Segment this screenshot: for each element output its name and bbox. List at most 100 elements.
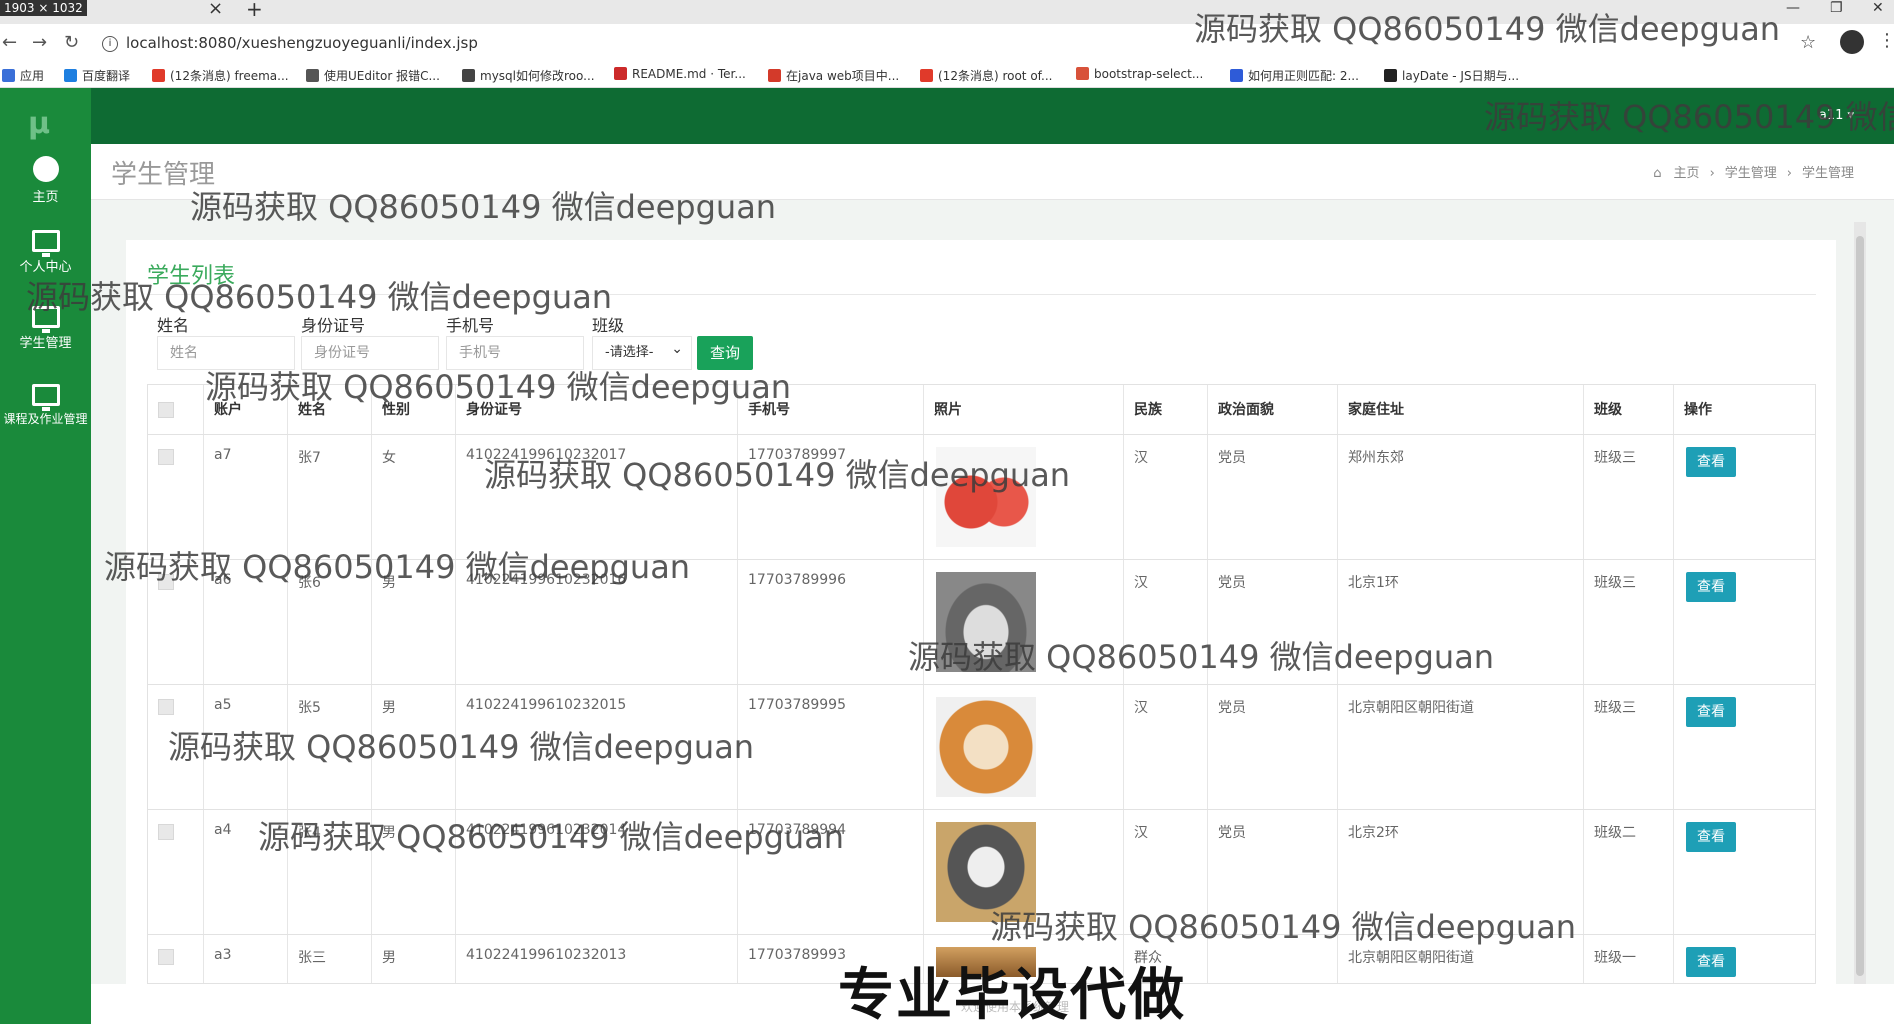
bookmark-item[interactable]: (12条消息) freema... <box>152 67 289 84</box>
bookmark-item[interactable]: mysql如何修改roo... <box>462 67 595 84</box>
cell-name: 张7 <box>298 450 321 466</box>
page-title: 学生管理 <box>111 160 216 190</box>
table-cell: a7 <box>204 435 288 559</box>
info-icon[interactable]: i <box>102 35 118 52</box>
table-cell: 北京朝阳区朝阳街道 <box>1338 935 1584 983</box>
table-cell: a5 <box>204 685 288 809</box>
bookmark-item[interactable]: 在java web项目中... <box>768 67 899 84</box>
table-cell: 党员 <box>1208 435 1338 559</box>
back-icon[interactable]: ← <box>2 32 17 53</box>
table-cell: 郑州东郊 <box>1338 435 1584 559</box>
photo-cell <box>924 810 1124 934</box>
cell-id: 410224199610232013 <box>466 947 627 963</box>
scrollbar-thumb[interactable] <box>1856 236 1864 976</box>
row-checkbox[interactable] <box>158 824 174 840</box>
breadcrumb-students[interactable]: 学生管理 <box>1725 166 1777 181</box>
table-row: a6 张6 男 410224199610232016 17703789996 汉 党员 北京1… <box>148 560 1815 685</box>
sidebar-item-label: 课程及作业管理 <box>3 412 88 426</box>
promo-banner: 专业毕设代做 <box>838 963 1186 1028</box>
phone-filter-input[interactable]: 手机号 <box>446 336 584 370</box>
bookmark-favicon-icon <box>64 69 77 82</box>
cell-gender: 男 <box>382 825 396 841</box>
cell-gender: 男 <box>382 950 396 966</box>
view-button[interactable]: 查看 <box>1686 947 1736 977</box>
table-header: 账户 姓名 性别 身份证号 手机号 照片 民族 政治面貌 家庭住址 班级 操作 <box>148 385 1815 435</box>
cell-politics: 党员 <box>1218 575 1246 591</box>
tab-close-icon[interactable]: × <box>208 0 223 18</box>
select-all-checkbox[interactable] <box>158 402 174 418</box>
sidebar-item-profile[interactable]: 个人中心 <box>0 230 91 275</box>
query-button[interactable]: 查询 <box>697 336 753 370</box>
view-button[interactable]: 查看 <box>1686 697 1736 727</box>
bookmark-item[interactable]: bootstrap-select... <box>1076 67 1203 81</box>
view-button[interactable]: 查看 <box>1686 572 1736 602</box>
row-checkbox[interactable] <box>158 449 174 465</box>
cell-account: a7 <box>214 447 232 463</box>
row-checkbox[interactable] <box>158 574 174 590</box>
bookmark-favicon-icon <box>306 69 319 82</box>
table-cell: 班级三 <box>1584 560 1674 684</box>
monitor-icon <box>31 230 60 257</box>
profile-avatar[interactable] <box>1840 30 1864 54</box>
bookmark-item[interactable]: (12条消息) root of... <box>920 67 1052 84</box>
bookmark-favicon-icon <box>2 69 15 82</box>
action-cell: 查看 <box>1674 935 1815 983</box>
action-cell: 查看 <box>1674 810 1815 934</box>
sidebar-item-courses[interactable]: 课程及作业管理 <box>0 384 91 427</box>
id-filter-input[interactable]: 身份证号 <box>301 336 439 370</box>
sidebar-item-label: 主页 <box>32 190 59 205</box>
scrollbar[interactable] <box>1854 222 1866 984</box>
view-button[interactable]: 查看 <box>1686 822 1736 852</box>
column-header: 家庭住址 <box>1338 385 1584 434</box>
bookmark-label: (12条消息) freema... <box>170 69 289 83</box>
cell-id: 410224199610232014 <box>466 822 627 838</box>
minimize-icon[interactable]: — <box>1786 0 1800 16</box>
breadcrumb-home[interactable]: 主页 <box>1674 166 1700 181</box>
table-cell: 17703789995 <box>738 685 924 809</box>
bookmark-label: README.md · Ter... <box>632 67 746 81</box>
bookmark-item[interactable]: 使用UEditor 报错C... <box>306 67 440 84</box>
cell-name: 张三 <box>298 950 326 966</box>
cell-name: 张6 <box>298 575 321 591</box>
cell-class: 班级三 <box>1594 700 1636 716</box>
page-header: 学生管理 ⌂ 主页 › 学生管理 › 学生管理 <box>91 144 1894 200</box>
student-photo <box>936 822 1036 922</box>
sidebar-item-home[interactable]: 主页 <box>0 156 91 205</box>
browser-menu-icon[interactable]: ⋮ <box>1878 30 1894 51</box>
bookmark-item[interactable]: layDate - JS日期与... <box>1384 67 1519 84</box>
table-cell: 410224199610232014 <box>456 810 738 934</box>
table-cell: 男 <box>372 685 456 809</box>
divider <box>147 294 1816 295</box>
browser-tab-strip: 1903 × 1032 × + — ❐ ✕ <box>0 0 1894 24</box>
close-window-icon[interactable]: ✕ <box>1872 0 1884 16</box>
tab-dimensions: 1903 × 1032 <box>0 0 87 16</box>
view-button[interactable]: 查看 <box>1686 447 1736 477</box>
bookmark-item[interactable]: 如何用正则匹配: 2... <box>1230 67 1359 84</box>
sidebar-item-students[interactable]: 学生管理 <box>0 306 91 351</box>
action-cell: 查看 <box>1674 435 1815 559</box>
bookmark-favicon-icon <box>152 69 165 82</box>
bookmark-star-icon[interactable]: ☆ <box>1800 32 1816 53</box>
reload-icon[interactable]: ↻ <box>64 32 79 53</box>
bookmark-item[interactable]: 百度翻译 <box>64 67 130 84</box>
name-filter-input[interactable]: 姓名 <box>157 336 295 370</box>
cell-ethnic: 汉 <box>1134 450 1148 466</box>
photo-cell <box>924 685 1124 809</box>
url-field[interactable]: i localhost:8080/xueshengzuoyeguanli/inde… <box>102 30 1802 56</box>
table-cell: 班级三 <box>1584 685 1674 809</box>
cell-politics: 党员 <box>1218 450 1246 466</box>
forward-icon[interactable]: → <box>32 32 47 53</box>
class-filter-select[interactable]: -请选择- <box>592 333 692 370</box>
row-select-cell <box>148 810 204 934</box>
cell-class: 班级一 <box>1594 950 1636 966</box>
bookmark-item[interactable]: README.md · Ter... <box>614 67 746 81</box>
new-tab-icon[interactable]: + <box>246 0 263 19</box>
user-menu[interactable]: a11 ▾ <box>1819 108 1854 123</box>
cell-account: a5 <box>214 697 232 713</box>
row-checkbox[interactable] <box>158 699 174 715</box>
row-checkbox[interactable] <box>158 949 174 965</box>
column-header: 性别 <box>372 385 456 434</box>
bookmark-item[interactable]: 应用 <box>2 67 44 84</box>
url-text: localhost:8080/xueshengzuoyeguanli/index… <box>126 34 478 52</box>
restore-icon[interactable]: ❐ <box>1830 0 1843 16</box>
